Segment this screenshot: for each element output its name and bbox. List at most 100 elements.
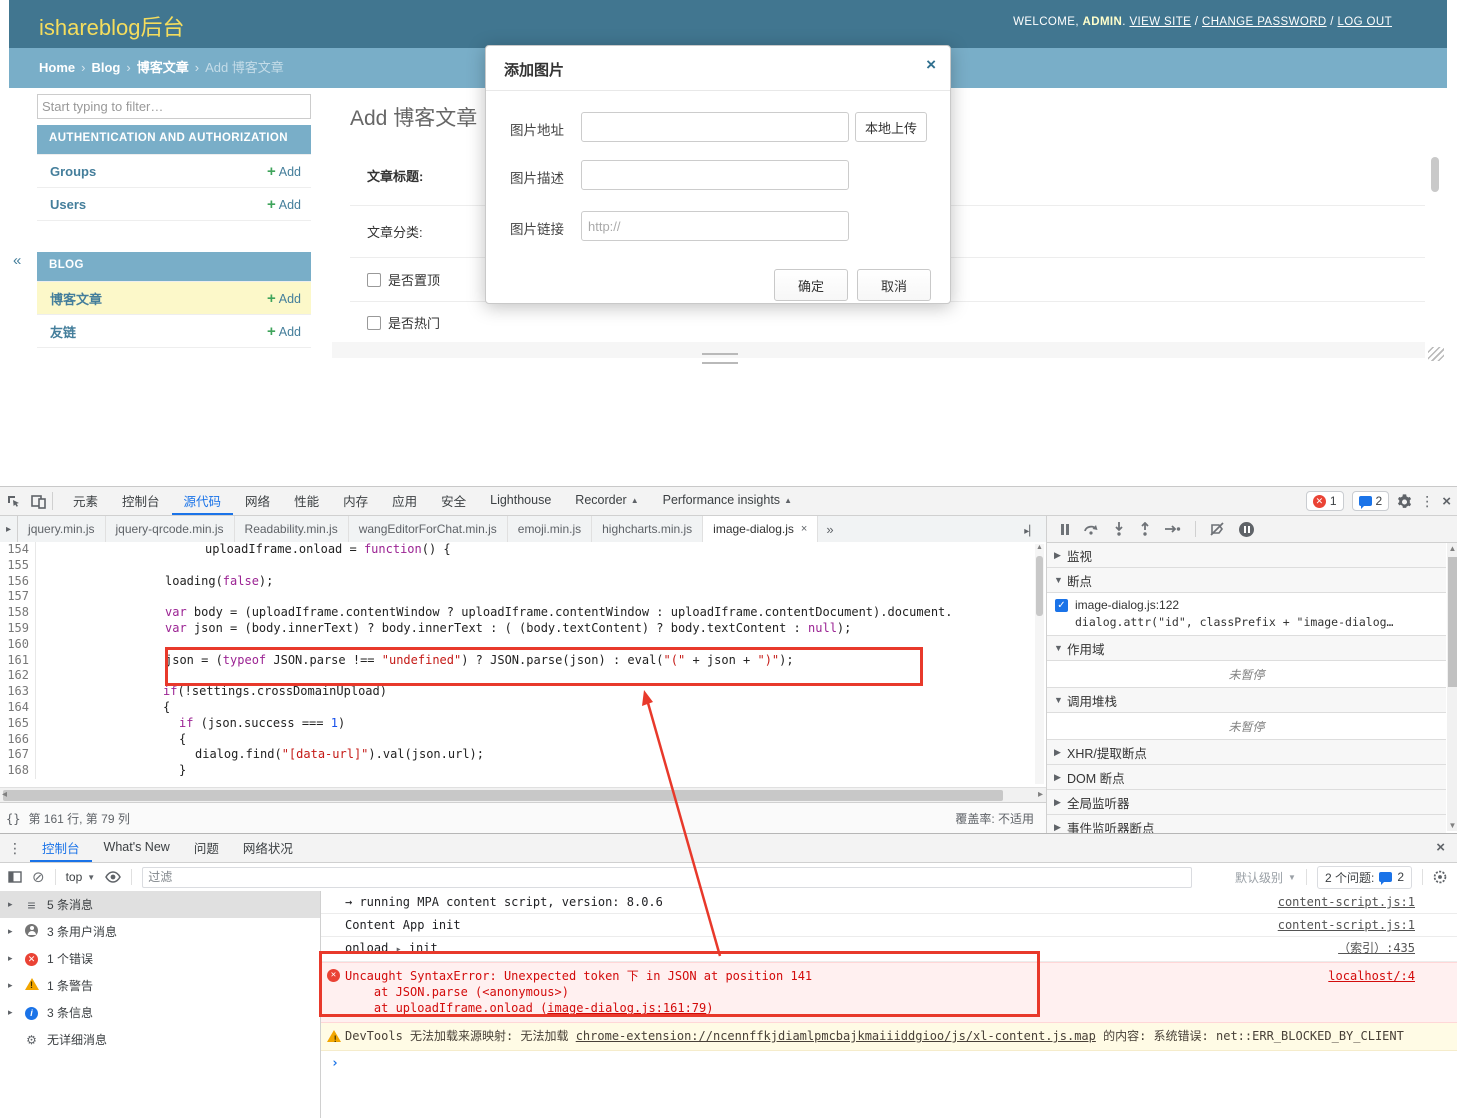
console-filter-verbose[interactable]: ⚙无详细消息 xyxy=(0,1026,320,1053)
devtools-tab-网络[interactable]: 网络 xyxy=(233,487,282,515)
line-number[interactable]: 168 xyxy=(0,763,36,779)
code-line[interactable]: 160 xyxy=(0,637,1046,653)
sidebar-item-Groups[interactable]: Groups+Add xyxy=(37,154,311,187)
show-navigator-icon[interactable]: ▸ xyxy=(0,516,18,542)
checkbox[interactable] xyxy=(367,316,381,330)
console-filter-list[interactable]: ▸≡5 条消息 xyxy=(0,891,320,918)
message-source-link[interactable]: （索引）:435 xyxy=(1338,940,1415,956)
code-line[interactable]: 159var json = (body.innerText) ? body.in… xyxy=(0,621,1046,637)
code-line[interactable]: 168} xyxy=(0,763,1046,779)
model-link[interactable]: Users xyxy=(50,197,86,212)
cancel-button[interactable]: 取消 xyxy=(857,269,931,301)
devtools-tab-安全[interactable]: 安全 xyxy=(429,487,478,515)
step-into-icon[interactable] xyxy=(1113,522,1125,536)
change-password-link[interactable]: CHANGE PASSWORD xyxy=(1202,16,1327,28)
debugger-section-调用堆栈[interactable]: ▼调用堆栈 xyxy=(1047,688,1446,713)
device-toolbar-icon[interactable] xyxy=(31,494,46,509)
step-out-icon[interactable] xyxy=(1139,522,1151,536)
file-tab-Readability.min.js[interactable]: Readability.min.js xyxy=(235,516,349,542)
breakpoint-entry[interactable]: ✓image-dialog.js:122dialog.attr("id", cl… xyxy=(1047,593,1446,636)
devtools-tab-控制台[interactable]: 控制台 xyxy=(110,487,172,515)
file-tab-image-dialog.js[interactable]: image-dialog.js× xyxy=(703,516,818,542)
devtools-tab-Recorder[interactable]: Recorder▲ xyxy=(563,487,650,515)
expand-caret-icon[interactable]: ▸ xyxy=(8,926,16,937)
console-error-message[interactable]: ✕Uncaught SyntaxError: Unexpected token … xyxy=(321,962,1457,1023)
code-editor[interactable]: 154uploadIframe.onload = function() {155… xyxy=(0,542,1046,787)
console-settings-gear-icon[interactable] xyxy=(1433,870,1447,884)
console-filter-user[interactable]: ▸3 条用户消息 xyxy=(0,918,320,945)
line-number[interactable]: 161 xyxy=(0,653,36,669)
devtools-tab-Lighthouse[interactable]: Lighthouse xyxy=(478,487,563,515)
code-line[interactable]: 156loading(false); xyxy=(0,574,1046,590)
line-number[interactable]: 165 xyxy=(0,716,36,732)
source-map-link[interactable]: chrome-extension://ncennffkjdiamlpmcbajk… xyxy=(576,1029,1096,1043)
step-icon[interactable] xyxy=(1165,524,1181,534)
line-number[interactable]: 155 xyxy=(0,558,36,574)
close-icon[interactable]: × xyxy=(926,56,936,73)
live-expression-eye-icon[interactable] xyxy=(105,871,121,883)
resize-corner[interactable] xyxy=(1428,347,1444,361)
line-number[interactable]: 162 xyxy=(0,668,36,684)
model-link[interactable]: 友链 xyxy=(50,322,76,341)
code-line[interactable]: 166{ xyxy=(0,732,1046,748)
console-log-message[interactable]: → running MPA content script, version: 8… xyxy=(321,891,1457,914)
model-link[interactable]: 博客文章 xyxy=(50,289,102,308)
clear-console-icon[interactable]: ⊘ xyxy=(32,870,45,885)
line-number[interactable]: 164 xyxy=(0,700,36,716)
log-level-selector[interactable]: 默认级别 ▼ xyxy=(1235,869,1296,886)
message-source-link[interactable]: localhost/:4 xyxy=(1328,968,1415,984)
file-tab-highcharts.min.js[interactable]: highcharts.min.js xyxy=(592,516,703,542)
more-tabs-icon[interactable]: » xyxy=(818,516,841,542)
line-number[interactable]: 157 xyxy=(0,589,36,605)
code-line[interactable]: 161json = (typeof JSON.parse !== "undefi… xyxy=(0,653,1046,669)
inspect-element-icon[interactable] xyxy=(6,494,21,509)
page-scrollbar-thumb[interactable] xyxy=(1431,157,1439,192)
add-link[interactable]: +Add xyxy=(267,196,301,213)
logout-link[interactable]: LOG OUT xyxy=(1337,16,1392,28)
line-number[interactable]: 159 xyxy=(0,621,36,637)
breadcrumb-blog[interactable]: Blog xyxy=(91,60,120,75)
deactivate-breakpoints-icon[interactable] xyxy=(1210,522,1225,536)
devtools-tab-元素[interactable]: 元素 xyxy=(61,487,110,515)
debugger-section-监视[interactable]: ▶监视 xyxy=(1047,543,1446,568)
debugger-section-事件监听器断点[interactable]: ▶事件监听器断点 xyxy=(1047,815,1446,833)
line-number[interactable]: 158 xyxy=(0,605,36,621)
devtools-tab-源代码[interactable]: 源代码 xyxy=(172,487,234,515)
code-line[interactable]: 155 xyxy=(0,558,1046,574)
breakpoint-checkbox[interactable]: ✓ xyxy=(1055,599,1068,612)
add-link[interactable]: +Add xyxy=(267,290,301,307)
file-tab-emoji.min.js[interactable]: emoji.min.js xyxy=(508,516,592,542)
console-prompt[interactable]: › xyxy=(321,1051,1457,1071)
editor-hscrollbar[interactable]: ◂ ▸ xyxy=(0,787,1046,803)
sidebar-filter-input[interactable] xyxy=(37,94,311,119)
expand-caret-icon[interactable]: ▸ xyxy=(8,899,16,910)
step-over-icon[interactable] xyxy=(1083,523,1099,535)
sidebar-item-Users[interactable]: Users +Add xyxy=(37,187,311,220)
debugger-scrollbar[interactable]: ▲ ▼ xyxy=(1447,543,1457,831)
code-line[interactable]: 164{ xyxy=(0,700,1046,716)
sidebar-item-友链[interactable]: 友链+Add xyxy=(37,314,311,347)
message-source-link[interactable]: content-script.js:1 xyxy=(1278,894,1415,910)
devtools-close-icon[interactable]: × xyxy=(1442,494,1451,509)
sidebar-item-博客文章[interactable]: 博客文章 +Add xyxy=(37,281,311,314)
stack-frame-link[interactable]: image-dialog.js:161:79 xyxy=(547,1001,706,1015)
line-number[interactable]: 160 xyxy=(0,637,36,653)
drawer-menu-icon[interactable]: ⋮ xyxy=(0,834,30,862)
devtools-tab-Performance insights[interactable]: Performance insights▲ xyxy=(651,487,804,515)
model-link[interactable]: Groups xyxy=(50,164,96,179)
code-line[interactable]: 162 xyxy=(0,668,1046,684)
pause-script-icon[interactable] xyxy=(1061,524,1069,535)
debugger-section-XHR/提取断点[interactable]: ▶XHR/提取断点 xyxy=(1047,740,1446,765)
debugger-section-作用域[interactable]: ▼作用域 xyxy=(1047,636,1446,661)
debugger-section-断点[interactable]: ▼断点 xyxy=(1047,568,1446,593)
line-number[interactable]: 156 xyxy=(0,574,36,590)
view-site-link[interactable]: VIEW SITE xyxy=(1129,16,1191,28)
issues-count-badge[interactable]: 2 xyxy=(1352,491,1390,511)
drawer-tab-问题[interactable]: 问题 xyxy=(182,834,231,862)
console-filter-error[interactable]: ▸✕1 个错误 xyxy=(0,945,320,972)
message-source-link[interactable]: content-script.js:1 xyxy=(1278,917,1415,933)
more-options-icon[interactable]: ⋮ xyxy=(1420,494,1434,508)
expand-caret-icon[interactable]: ▸ xyxy=(8,980,16,991)
code-line[interactable]: 165if (json.success === 1) xyxy=(0,716,1046,732)
drawer-tab-What's New[interactable]: What's New xyxy=(92,834,182,862)
